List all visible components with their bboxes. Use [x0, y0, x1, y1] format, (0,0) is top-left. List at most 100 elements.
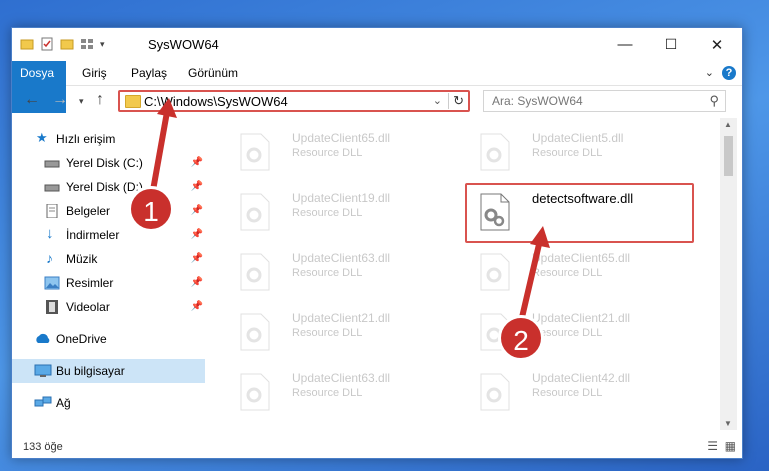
view-icon[interactable]: [80, 37, 94, 51]
item-count: 133 öğe: [23, 441, 63, 453]
search-placeholder: Ara: SysWOW64: [492, 94, 583, 108]
maximize-button[interactable]: ☐: [648, 28, 694, 61]
file-name: UpdateClient65.dll: [532, 251, 631, 265]
sidebar-item-label: OneDrive: [56, 332, 107, 346]
pin-icon[interactable]: 📌: [191, 151, 203, 175]
sidebar-item-onedrive[interactable]: OneDrive: [12, 327, 205, 351]
tab-share[interactable]: Paylaş: [121, 61, 177, 85]
large-icons-view-icon[interactable]: ▦: [725, 439, 736, 453]
step-badge-2: 2: [498, 315, 544, 361]
file-name: UpdateClient63.dll: [292, 251, 391, 265]
file-item[interactable]: UpdateClient65.dll Resource DLL: [230, 123, 450, 175]
file-item[interactable]: UpdateClient5.dll Resource DLL: [470, 123, 690, 175]
sidebar-item-videos[interactable]: Videolar 📌: [12, 295, 205, 319]
file-item[interactable]: UpdateClient21.dll Resource DLL: [230, 303, 450, 355]
sidebar-item-label: Ağ: [56, 396, 71, 410]
file-type: Resource DLL: [532, 387, 603, 399]
address-bar[interactable]: C:\Windows\SysWOW64 ⌄ ↻: [118, 90, 470, 112]
pin-icon[interactable]: 📌: [191, 175, 203, 199]
properties-icon[interactable]: [40, 37, 54, 51]
navigation-bar: ← → ▾ ↑ C:\Windows\SysWOW64 ⌄ ↻ Ara: Sys…: [12, 86, 742, 116]
window-title: SysWOW64: [148, 37, 219, 52]
file-item[interactable]: UpdateClient42.dll Resource DLL: [470, 363, 690, 415]
up-icon[interactable]: ↑: [96, 91, 104, 109]
quick-access-toolbar: ▾: [20, 37, 105, 51]
pin-icon[interactable]: 📌: [191, 295, 203, 319]
file-item[interactable]: UpdateClient19.dll Resource DLL: [230, 183, 450, 235]
file-list: UpdateClient65.dll Resource DLL UpdateCl…: [216, 118, 720, 430]
videos-icon: [46, 300, 58, 314]
help-icon[interactable]: ?: [722, 66, 736, 80]
tab-view[interactable]: Görünüm: [178, 61, 248, 85]
sidebar-item-label: Videolar: [66, 300, 110, 314]
sidebar-item-label: Resimler: [66, 276, 114, 290]
pin-icon[interactable]: 📌: [191, 223, 203, 247]
search-icon: ⚲: [709, 93, 719, 108]
sidebar-item-local-disk-c[interactable]: Yerel Disk (C:) 📌: [12, 151, 205, 175]
sidebar-item-quick-access[interactable]: ★ Hızlı erişim: [12, 127, 205, 151]
sidebar-item-this-pc[interactable]: Bu bilgisayar: [12, 359, 205, 383]
sidebar-item-documents[interactable]: Belgeler 📌: [12, 199, 205, 223]
file-type: Resource DLL: [532, 267, 603, 279]
search-input[interactable]: Ara: SysWOW64 ⚲: [483, 90, 726, 112]
minimize-button[interactable]: —: [602, 28, 648, 61]
sidebar-item-label: Müzik: [66, 252, 98, 266]
file-name: UpdateClient21.dll: [532, 311, 631, 325]
tab-home[interactable]: Giriş: [72, 61, 117, 85]
star-icon: ★: [36, 130, 48, 145]
refresh-icon[interactable]: ↻: [448, 93, 464, 109]
file-type: Resource DLL: [292, 327, 363, 339]
documents-icon: [46, 204, 58, 218]
scrollbar-thumb[interactable]: [724, 136, 733, 176]
sidebar-item-label: Belgeler: [66, 204, 111, 218]
sidebar-item-downloads[interactable]: ↓ İndirmeler 📌: [12, 223, 205, 247]
scroll-up-icon[interactable]: ▲: [724, 120, 732, 129]
title-bar: ▾ SysWOW64 — ☐ ✕: [12, 28, 742, 61]
sidebar-item-pictures[interactable]: Resimler 📌: [12, 271, 205, 295]
qat-dropdown-icon[interactable]: ▾: [100, 39, 105, 50]
file-name: UpdateClient65.dll: [292, 131, 391, 145]
sidebar-item-label: Hızlı erişim: [56, 132, 116, 146]
dll-file-icon: [240, 313, 270, 351]
ribbon: Dosya Giriş Paylaş Görünüm ⌄ ?: [12, 61, 742, 113]
sidebar-item-label: Yerel Disk (C:): [66, 156, 143, 170]
pin-icon[interactable]: 📌: [191, 271, 203, 295]
file-type: Resource DLL: [292, 267, 363, 279]
status-bar: 133 öğe ☰ ▦: [12, 436, 742, 458]
expand-ribbon-icon[interactable]: ⌄: [705, 66, 714, 79]
file-type: Resource DLL: [532, 147, 603, 159]
dll-file-icon: [240, 373, 270, 411]
cloud-icon: [36, 333, 50, 343]
sidebar-item-network[interactable]: Ağ: [12, 391, 205, 415]
scroll-down-icon[interactable]: ▼: [724, 419, 732, 428]
file-explorer-window: ▾ SysWOW64 — ☐ ✕ Dosya Giriş Paylaş Görü…: [11, 27, 743, 459]
file-item[interactable]: UpdateClient65.dll Resource DLL: [470, 243, 690, 295]
sidebar-item-label: Bu bilgisayar: [56, 364, 125, 378]
sidebar-item-label: İndirmeler: [66, 228, 120, 242]
folder-icon: [125, 95, 141, 108]
dll-file-icon: [480, 253, 510, 291]
dll-file-icon: [240, 193, 270, 231]
computer-icon: [34, 364, 52, 377]
sidebar-item-local-disk-d[interactable]: Yerel Disk (D:) 📌: [12, 175, 205, 199]
close-button[interactable]: ✕: [694, 28, 740, 61]
vertical-scrollbar[interactable]: ▲ ▼: [720, 118, 737, 430]
file-item[interactable]: UpdateClient63.dll Resource DLL: [230, 363, 450, 415]
file-type: Resource DLL: [292, 147, 363, 159]
download-icon: ↓: [46, 225, 54, 242]
sidebar-item-music[interactable]: ♪ Müzik 📌: [12, 247, 205, 271]
network-icon: [34, 396, 52, 407]
forward-icon[interactable]: →: [52, 91, 68, 109]
drive-icon: [44, 184, 60, 192]
chevron-down-icon[interactable]: ⌄: [433, 94, 442, 107]
file-name: UpdateClient5.dll: [532, 131, 624, 145]
file-item[interactable]: UpdateClient63.dll Resource DLL: [230, 243, 450, 295]
recent-locations-icon[interactable]: ▾: [79, 96, 84, 107]
pin-icon[interactable]: 📌: [191, 247, 203, 271]
pin-icon[interactable]: 📌: [191, 199, 203, 223]
folder-icon[interactable]: [20, 37, 34, 51]
new-folder-icon[interactable]: [60, 37, 74, 51]
back-icon[interactable]: ←: [24, 91, 40, 109]
pictures-icon: [44, 276, 60, 290]
details-view-icon[interactable]: ☰: [707, 439, 718, 453]
